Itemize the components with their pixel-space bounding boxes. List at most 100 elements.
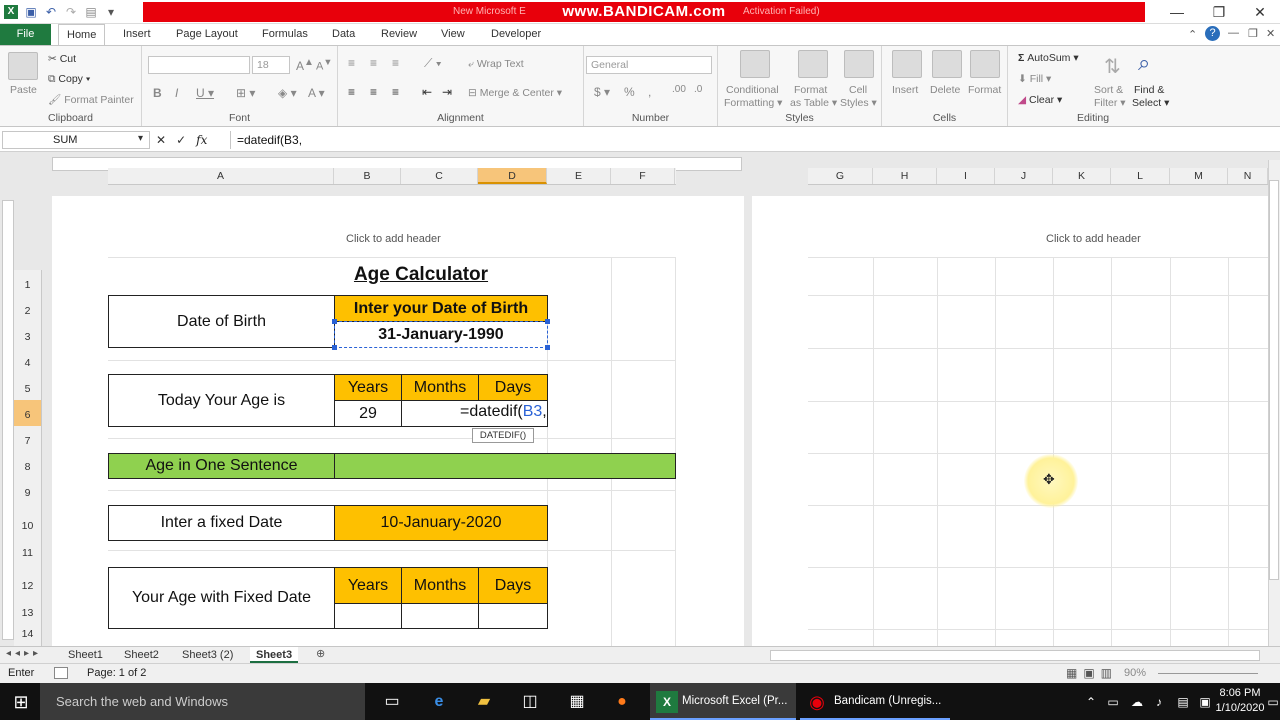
sheet-tab-2[interactable]: Sheet2: [118, 647, 165, 663]
tray-overflow-icon[interactable]: ⌃: [1080, 691, 1102, 713]
undo-icon[interactable]: ↶: [44, 5, 58, 19]
column-header-a[interactable]: A: [108, 168, 334, 184]
align-center-icon[interactable]: ≡: [370, 85, 377, 99]
format-as-table-label[interactable]: Format: [794, 84, 827, 96]
format-painter-button[interactable]: 🖌 Format Painter: [48, 93, 134, 106]
sort-filter-label-2[interactable]: Filter ▾: [1094, 97, 1126, 109]
dob-prompt-cell[interactable]: Inter your Date of Birth: [334, 295, 548, 322]
editing-formula[interactable]: =datedif(B3,: [460, 403, 547, 421]
task-view-icon[interactable]: ▭: [381, 691, 403, 713]
cell-styles-icon[interactable]: [844, 50, 874, 78]
save-icon[interactable]: ▣: [24, 5, 38, 19]
tray-usb-icon[interactable]: ▭: [1102, 691, 1124, 713]
shrink-font-icon[interactable]: A▼: [316, 57, 332, 73]
zoom-level[interactable]: 90%: [1124, 667, 1146, 679]
name-box-dropdown-icon[interactable]: ▾: [138, 133, 143, 144]
middle-align-icon[interactable]: ≡: [370, 56, 377, 70]
font-size-combo[interactable]: 18: [252, 56, 290, 74]
format-as-table-label-2[interactable]: as Table ▾: [790, 97, 837, 109]
tab-formulas[interactable]: Formulas: [254, 24, 316, 45]
increase-indent-icon[interactable]: ⇥: [442, 85, 452, 99]
row-header-14[interactable]: 14: [14, 624, 41, 644]
help-icon[interactable]: ?: [1205, 26, 1220, 41]
formula-input[interactable]: =datedif(B3,: [230, 131, 1270, 149]
format-cells-icon[interactable]: [970, 50, 1000, 78]
windows-start-icon[interactable]: ⊞: [10, 691, 32, 713]
restore-icon[interactable]: ❐: [1197, 2, 1241, 22]
fixed-years-value-cell[interactable]: [334, 603, 402, 629]
find-select-label-2[interactable]: Select ▾: [1132, 97, 1169, 109]
column-header-b[interactable]: B: [334, 168, 401, 184]
tab-developer[interactable]: Developer: [483, 24, 549, 45]
cut-button[interactable]: ✂ Cut: [48, 53, 76, 65]
taskbar-clock[interactable]: 8:06 PM 1/10/2020: [1215, 686, 1265, 716]
find-select-label[interactable]: Find &: [1134, 84, 1164, 96]
page-2-header-hint[interactable]: Click to add header: [1046, 233, 1141, 245]
conditional-formatting-icon[interactable]: [740, 50, 770, 78]
name-box[interactable]: SUM: [2, 131, 150, 149]
horizontal-scrollbar[interactable]: [770, 650, 1260, 661]
column-header-l[interactable]: L: [1111, 168, 1170, 184]
sheet-tab-3-copy[interactable]: Sheet3 (2): [176, 647, 239, 663]
tab-data[interactable]: Data: [324, 24, 363, 45]
format-as-table-icon[interactable]: [798, 50, 828, 78]
column-header-k[interactable]: K: [1053, 168, 1111, 184]
row-header-6[interactable]: 6: [14, 400, 41, 426]
cell-styles-label[interactable]: Cell: [849, 84, 867, 96]
language-icon[interactable]: ▤: [1172, 691, 1194, 713]
fixed-date-label-cell[interactable]: Inter a fixed Date: [108, 505, 335, 541]
zoom-slider[interactable]: [1158, 673, 1258, 674]
sort-filter-label[interactable]: Sort &: [1094, 84, 1123, 96]
column-header-m[interactable]: M: [1170, 168, 1228, 184]
cell-styles-label-2[interactable]: Styles ▾: [840, 97, 877, 109]
doc-minimize-icon[interactable]: —: [1228, 27, 1239, 39]
tab-insert[interactable]: Insert: [115, 24, 159, 45]
fixed-years-header-cell[interactable]: Years: [334, 567, 402, 604]
increase-decimal-icon[interactable]: .00: [672, 84, 686, 95]
row-header-8[interactable]: 8: [14, 452, 41, 478]
fixed-days-value-cell[interactable]: [478, 603, 548, 629]
align-left-icon[interactable]: ≡: [348, 85, 355, 99]
tab-home[interactable]: Home: [58, 24, 106, 45]
italic-icon[interactable]: I: [175, 86, 178, 100]
sheet-nav-arrows-icon[interactable]: ◂◂▸▸: [6, 648, 42, 659]
decrease-indent-icon[interactable]: ⇤: [422, 85, 432, 99]
today-age-label-cell[interactable]: Today Your Age is: [108, 374, 335, 427]
binoculars-icon[interactable]: ⌕: [1138, 50, 1150, 76]
orientation-icon[interactable]: ⟋ ▾: [424, 56, 442, 71]
sheet-tab-3[interactable]: Sheet3: [250, 647, 299, 663]
row-header-1[interactable]: 1: [14, 270, 41, 296]
row-header-12[interactable]: 12: [14, 564, 41, 598]
page-1-header-hint[interactable]: Click to add header: [346, 233, 441, 245]
grow-font-icon[interactable]: A▲: [296, 57, 314, 73]
paste-button[interactable]: Paste: [10, 84, 37, 96]
insert-cells-button[interactable]: Insert: [892, 84, 918, 96]
column-header-g[interactable]: G: [808, 168, 873, 184]
row-header-9[interactable]: 9: [14, 478, 41, 504]
vertical-scroll-thumb[interactable]: [1269, 180, 1279, 580]
fill-button[interactable]: ⬇ Fill ▾: [1018, 73, 1051, 85]
column-header-i[interactable]: I: [937, 168, 995, 184]
enter-formula-icon[interactable]: ✓: [176, 133, 186, 147]
taskbar-bandicam-app[interactable]: ◉ Bandicam (Unregis...: [800, 683, 950, 720]
file-explorer-icon[interactable]: ▰: [473, 691, 495, 713]
clear-button[interactable]: ◢ Clear ▾: [1018, 94, 1062, 106]
top-align-icon[interactable]: ≡: [348, 56, 355, 70]
row-header-13[interactable]: 13: [14, 598, 41, 624]
network-icon[interactable]: ☁: [1126, 691, 1148, 713]
dob-label-cell[interactable]: Date of Birth: [108, 295, 335, 348]
row-header-11[interactable]: 11: [14, 538, 41, 564]
borders-icon[interactable]: ⊞ ▾: [236, 86, 255, 100]
tab-review[interactable]: Review: [373, 24, 425, 45]
function-tooltip[interactable]: DATEDIF(): [472, 428, 534, 443]
redo-icon[interactable]: ↷: [64, 5, 78, 19]
view-buttons-icon[interactable]: ▦▣▥: [1066, 666, 1118, 680]
calculator-icon[interactable]: ▦: [566, 691, 588, 713]
underline-icon[interactable]: U ▾: [196, 86, 214, 100]
tab-page-layout[interactable]: Page Layout: [168, 24, 246, 45]
row-header-3[interactable]: 3: [14, 322, 41, 348]
years-value-cell[interactable]: 29: [334, 400, 402, 427]
copy-button[interactable]: ⧉ Copy ▾: [48, 73, 90, 86]
edge-icon[interactable]: e: [428, 691, 450, 713]
sort-filter-icon[interactable]: ⇅: [1104, 54, 1121, 79]
